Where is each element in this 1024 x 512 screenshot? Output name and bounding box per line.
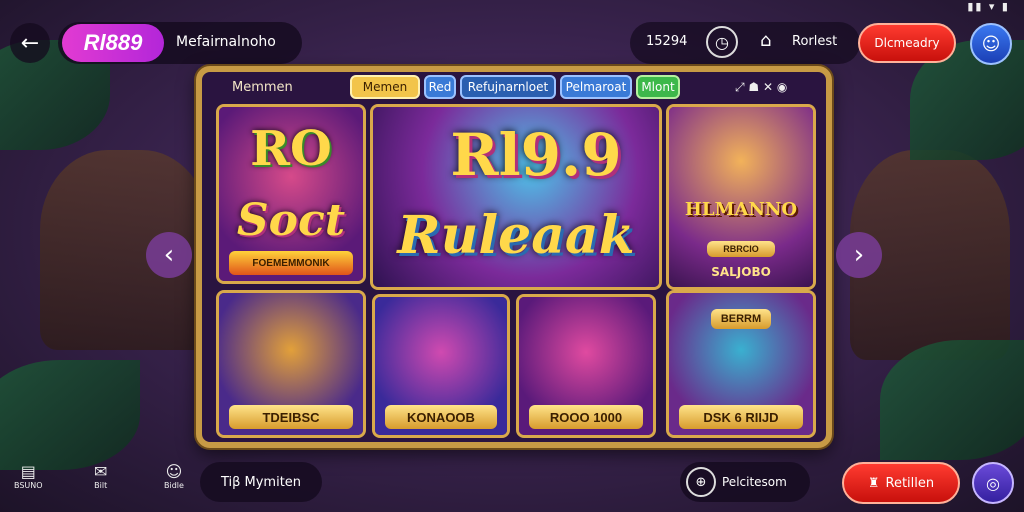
tab-memen[interactable]: Memen	[350, 75, 420, 99]
home-icon[interactable]: ⌂	[760, 30, 771, 51]
game-logo[interactable]: Rl889	[62, 24, 164, 62]
game-tile-hlmanno[interactable]: HLMANNO RBRCIO SALJOBO	[666, 104, 816, 290]
tile-badge: RBRCIO	[707, 241, 775, 257]
reset-link[interactable]: Rorlest	[792, 34, 837, 49]
panel-menu-label: Memmen	[232, 80, 293, 95]
tile-title-line-1: RO	[250, 121, 332, 177]
background-foliage	[880, 340, 1024, 460]
menu-icon: ▤	[20, 462, 36, 481]
bottom-nav-label: Bilt	[94, 481, 108, 490]
tile-caption: SALJOBO	[711, 265, 771, 279]
background-foliage	[0, 360, 140, 470]
game-tile-ro-soct[interactable]: RO Soct FOEMEMMONIK	[216, 104, 366, 284]
bottom-nav-item-bidle[interactable]: ☺ Bidle	[164, 462, 184, 490]
retillen-button[interactable]: ♜ Retillen	[842, 462, 960, 504]
tile-caption: DSK 6 RIIJD	[679, 405, 803, 429]
game-tile-tdeibsc[interactable]: TDEIBSC	[216, 290, 366, 438]
bottom-nav-item-bilt[interactable]: ✉ Bilt	[94, 462, 107, 490]
bottom-nav-item-bsuno[interactable]: ▤ BSUNO	[14, 462, 43, 490]
primary-button[interactable]: Dlcmeadry	[858, 23, 956, 63]
tab-red[interactable]: Red	[424, 75, 456, 99]
tile-badge: BERRM	[711, 309, 771, 329]
tile-title-line-1: Rl9.9	[450, 121, 622, 189]
tile-artwork	[669, 107, 813, 287]
tab-mlont[interactable]: Mlont	[636, 75, 680, 99]
game-tile-featured[interactable]: Rl9.9 Ruleaak	[370, 104, 662, 290]
game-tile-dsk-6-riijd[interactable]: BERRM DSK 6 RIIJD	[666, 290, 816, 438]
profile-icon[interactable]: ☺	[970, 23, 1012, 65]
timer-icon[interactable]: ◷	[706, 26, 738, 58]
back-icon[interactable]: ←	[10, 23, 50, 63]
mail-icon: ✉	[94, 462, 108, 481]
progress-icon: ⊕	[686, 467, 716, 497]
game-tile-rooo-1000[interactable]: ROOO 1000	[516, 294, 656, 438]
circle-menu-icon[interactable]: ◎	[972, 462, 1014, 504]
top-bar: ← Rl889 Mefairnalnoho 15294 ◷ ⌂ Rorlest …	[0, 18, 1024, 70]
tile-title-line-2: Ruleaak	[397, 205, 635, 266]
status-bar-icons: ▮▮ ▾ ▮	[967, 0, 1010, 13]
mymiten-button[interactable]: Tiβ Mymiten	[200, 462, 322, 502]
tile-caption: KONAOOB	[385, 405, 497, 429]
tab-pelmaroat[interactable]: Pelmaroat	[560, 75, 632, 99]
smiley-icon: ☺	[165, 462, 183, 481]
retillen-label: Retillen	[885, 475, 935, 491]
tile-caption: ROOO 1000	[529, 405, 643, 429]
panel-tray-icons[interactable]: ⤢ ☗ ✕ ◉	[735, 80, 787, 95]
bottom-bar: ▤ BSUNO ✉ Bilt ☺ Bidle Tiβ Mymiten ⊕ Pel…	[0, 458, 1024, 512]
tile-title-line-2: Soct	[236, 195, 346, 246]
tile-title: HLMANNO	[684, 199, 798, 220]
rook-icon: ♜	[867, 475, 880, 491]
next-arrow-icon[interactable]: ›	[836, 232, 882, 278]
previous-arrow-icon[interactable]: ‹	[146, 232, 192, 278]
game-tile-konaoob[interactable]: KONAOOB	[372, 294, 510, 438]
page-subtitle: Mefairnalnoho	[176, 34, 276, 50]
progress-label: Pelcitesom	[722, 475, 787, 489]
tile-caption: TDEIBSC	[229, 405, 353, 429]
tile-caption: FOEMEMMONIK	[229, 251, 353, 275]
coin-balance: 15294	[646, 34, 688, 49]
tab-refujnarnloet[interactable]: Refujnarnloet	[460, 75, 556, 99]
bottom-nav-label: Bidle	[164, 481, 184, 490]
bottom-nav-label: BSUNO	[14, 481, 43, 490]
